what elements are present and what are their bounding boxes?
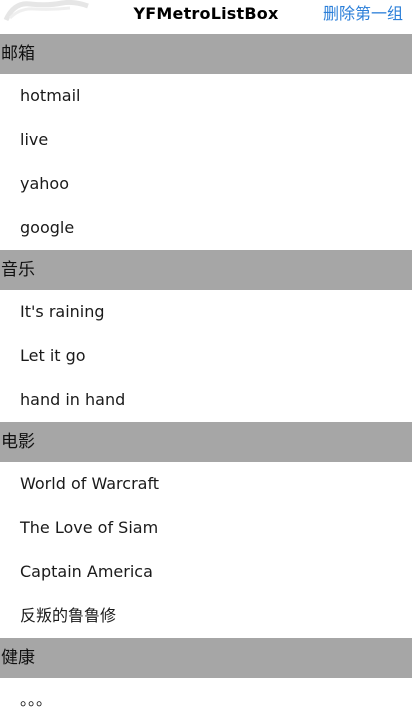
list-item[interactable]: hand in hand	[0, 378, 412, 422]
list-item[interactable]: yahoo	[0, 162, 412, 206]
list-item[interactable]: It's raining	[0, 290, 412, 334]
section-header-movies: 电影	[0, 422, 412, 462]
list-item[interactable]: hotmail	[0, 74, 412, 118]
list-item[interactable]: Captain America	[0, 550, 412, 594]
metro-list-box[interactable]: 邮箱 hotmail live yahoo google 音乐 It's rai…	[0, 34, 412, 722]
section-header-music: 音乐	[0, 250, 412, 290]
list-item[interactable]: Let it go	[0, 334, 412, 378]
list-item[interactable]: 反叛的鲁鲁修	[0, 594, 412, 638]
section-header-mailbox: 邮箱	[0, 34, 412, 74]
list-item[interactable]: 。。。	[0, 678, 412, 722]
list-item[interactable]: live	[0, 118, 412, 162]
list-item[interactable]: The Love of Siam	[0, 506, 412, 550]
list-item[interactable]: World of Warcraft	[0, 462, 412, 506]
section-header-health: 健康	[0, 638, 412, 678]
delete-first-group-button[interactable]: 删除第一组	[323, 0, 403, 30]
navigation-bar: YFMetroListBox 删除第一组	[0, 0, 412, 34]
list-item[interactable]: google	[0, 206, 412, 250]
